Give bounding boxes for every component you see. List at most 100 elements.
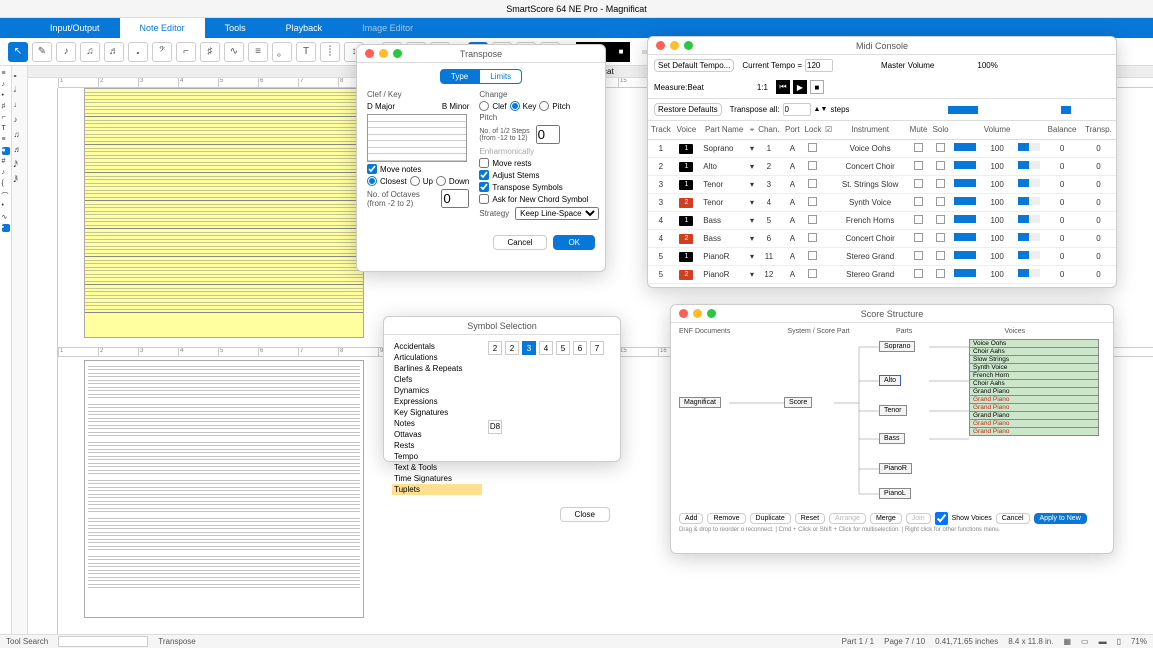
part-node[interactable]: Soprano	[879, 341, 915, 352]
tool-icon[interactable]: ♯	[200, 42, 220, 62]
stop-icon[interactable]: ■	[810, 80, 824, 94]
palette-icon[interactable]: ≡	[2, 136, 10, 144]
change-clef-radio[interactable]	[479, 101, 489, 111]
structure-diagram[interactable]: Magnificat Score Soprano Alto Tenor Bass…	[679, 339, 1105, 509]
ok-button[interactable]: OK	[553, 235, 595, 250]
palette-icon[interactable]: 𝅗𝅥	[14, 85, 26, 97]
play-icon[interactable]: ▶	[793, 80, 807, 94]
tool-icon[interactable]: ⌐	[176, 42, 196, 62]
part-node[interactable]: Alto	[879, 375, 901, 386]
symbol-category-item[interactable]: Ottavas	[392, 429, 482, 440]
view-icon[interactable]: ▯	[1117, 637, 1121, 646]
move-notes-checkbox[interactable]	[367, 164, 377, 174]
part-node[interactable]: PianoL	[879, 488, 911, 499]
tab-tools[interactable]: Tools	[205, 18, 266, 38]
midi-track-row[interactable]: 51PianoR▾11AStereo Grand10000	[648, 247, 1116, 265]
palette-icon[interactable]: ♫	[14, 130, 26, 142]
palette-icon[interactable]: ♩	[14, 100, 26, 112]
tuplet-number-button[interactable]: 5	[556, 341, 570, 355]
strategy-select[interactable]: Keep Line-Space	[515, 207, 599, 220]
transpose-tabs[interactable]: TypeLimits	[367, 69, 595, 84]
stop-icon[interactable]: ■	[612, 42, 630, 62]
part-node[interactable]: Tenor	[879, 405, 907, 416]
symbol-category-item[interactable]: Barlines & Repeats	[392, 363, 482, 374]
midi-track-row[interactable]: 32Tenor▾4ASynth Voice10000	[648, 193, 1116, 211]
window-controls[interactable]	[671, 309, 716, 318]
tab-note-editor[interactable]: Note Editor	[120, 18, 205, 38]
add-button[interactable]: Add	[679, 513, 703, 524]
midi-track-row[interactable]: 42Bass▾6AConcert Choir10000	[648, 229, 1116, 247]
symbol-category-item[interactable]: Rests	[392, 440, 482, 451]
window-controls[interactable]	[648, 41, 693, 50]
tool-cursor-icon[interactable]: ↖	[8, 42, 28, 62]
tool-icon[interactable]: ✎	[32, 42, 52, 62]
midi-track-row[interactable]: 21Alto▾2AConcert Choir10000	[648, 157, 1116, 175]
symbol-category-item[interactable]: Text & Tools	[392, 462, 482, 473]
change-pitch-radio[interactable]	[539, 101, 549, 111]
symbol-category-item[interactable]: Tempo	[392, 451, 482, 462]
palette-icon[interactable]: ∿	[2, 213, 10, 221]
set-default-tempo-button[interactable]: Set Default Tempo...	[654, 59, 734, 72]
tool-icon[interactable]: 。	[272, 42, 292, 62]
palette-icon[interactable]: ♬	[14, 145, 26, 157]
tuplet-number-button[interactable]: 4	[539, 341, 553, 355]
midi-track-row[interactable]: 31Tenor▾3ASt. Strings Slow10000	[648, 175, 1116, 193]
palette-icon[interactable]: ●	[2, 147, 10, 155]
palette-icon[interactable]: ≡	[2, 70, 10, 78]
closest-radio[interactable]	[367, 176, 377, 186]
position-bar[interactable]	[1061, 106, 1071, 114]
tuplet-number-button[interactable]: 7	[590, 341, 604, 355]
palette-icon[interactable]: ♪	[2, 169, 10, 177]
apply-button[interactable]: Apply to New	[1034, 513, 1087, 524]
palette-icon[interactable]: T	[2, 125, 10, 133]
tab-playback[interactable]: Playback	[266, 18, 343, 38]
voice-node[interactable]: Grand Piano	[969, 427, 1099, 436]
symbol-category-item[interactable]: Dynamics	[392, 385, 482, 396]
view-icon[interactable]: ▭	[1081, 637, 1089, 646]
midi-track-row[interactable]: 52PianoR▾12AStereo Grand10000	[648, 265, 1116, 283]
view-icon[interactable]: ▦	[1063, 637, 1071, 646]
symbol-category-item[interactable]: Expressions	[392, 396, 482, 407]
palette-icon[interactable]: ♪	[2, 81, 10, 89]
cancel-button[interactable]: Cancel	[493, 235, 548, 250]
window-controls[interactable]	[357, 49, 402, 58]
tool-icon[interactable]: ♪	[56, 42, 76, 62]
symbol-category-item[interactable]: Key Signatures	[392, 407, 482, 418]
half-steps-input[interactable]	[536, 125, 560, 144]
tab-image-editor[interactable]: Image Editor	[342, 18, 433, 38]
palette-icon[interactable]: ⌒	[2, 191, 10, 199]
adjust-stems-checkbox[interactable]	[479, 170, 489, 180]
palette-icon[interactable]: ♪	[14, 115, 26, 127]
tool-icon[interactable]: T	[296, 42, 316, 62]
join-button[interactable]: Join	[906, 513, 931, 524]
down-radio[interactable]	[436, 176, 446, 186]
arrange-button[interactable]: Arrange	[829, 513, 866, 524]
palette-icon[interactable]: 𝅘𝅥𝅱	[14, 175, 26, 187]
tuplet-number-button[interactable]: 6	[573, 341, 587, 355]
tool-icon[interactable]: ♫	[80, 42, 100, 62]
symbol-category-item[interactable]: Time Signatures	[392, 473, 482, 484]
tempo-input[interactable]	[805, 59, 833, 72]
transpose-symbols-checkbox[interactable]	[479, 182, 489, 192]
score-node[interactable]: Score	[784, 397, 812, 408]
tool-icon[interactable]: ∿	[224, 42, 244, 62]
rewind-icon[interactable]: ⏮	[776, 80, 790, 94]
tuplet-number-button[interactable]: 3	[522, 341, 536, 355]
palette-icon[interactable]: ♯	[2, 103, 10, 111]
tool-icon[interactable]: ≡	[248, 42, 268, 62]
palette-icon[interactable]: #	[2, 158, 10, 166]
midi-track-row[interactable]: 11Soprano▾1AVoice Oohs10000	[648, 139, 1116, 157]
close-button[interactable]: Close	[560, 507, 610, 522]
part-node[interactable]: PianoR	[879, 463, 912, 474]
tuplet-number-button[interactable]: 2	[488, 341, 502, 355]
palette-icon[interactable]: •	[2, 202, 10, 210]
change-key-radio[interactable]	[510, 101, 520, 111]
symbol-category-list[interactable]: AccidentalsArticulationsBarlines & Repea…	[392, 341, 482, 495]
score-page-bottom[interactable]	[84, 360, 364, 618]
doc-node[interactable]: Magnificat	[679, 397, 721, 408]
merge-button[interactable]: Merge	[870, 513, 902, 524]
duplicate-button[interactable]: Duplicate	[750, 513, 791, 524]
show-voices-checkbox[interactable]	[935, 512, 948, 525]
score-page-top[interactable]	[84, 88, 364, 338]
symbol-category-item[interactable]: Notes	[392, 418, 482, 429]
